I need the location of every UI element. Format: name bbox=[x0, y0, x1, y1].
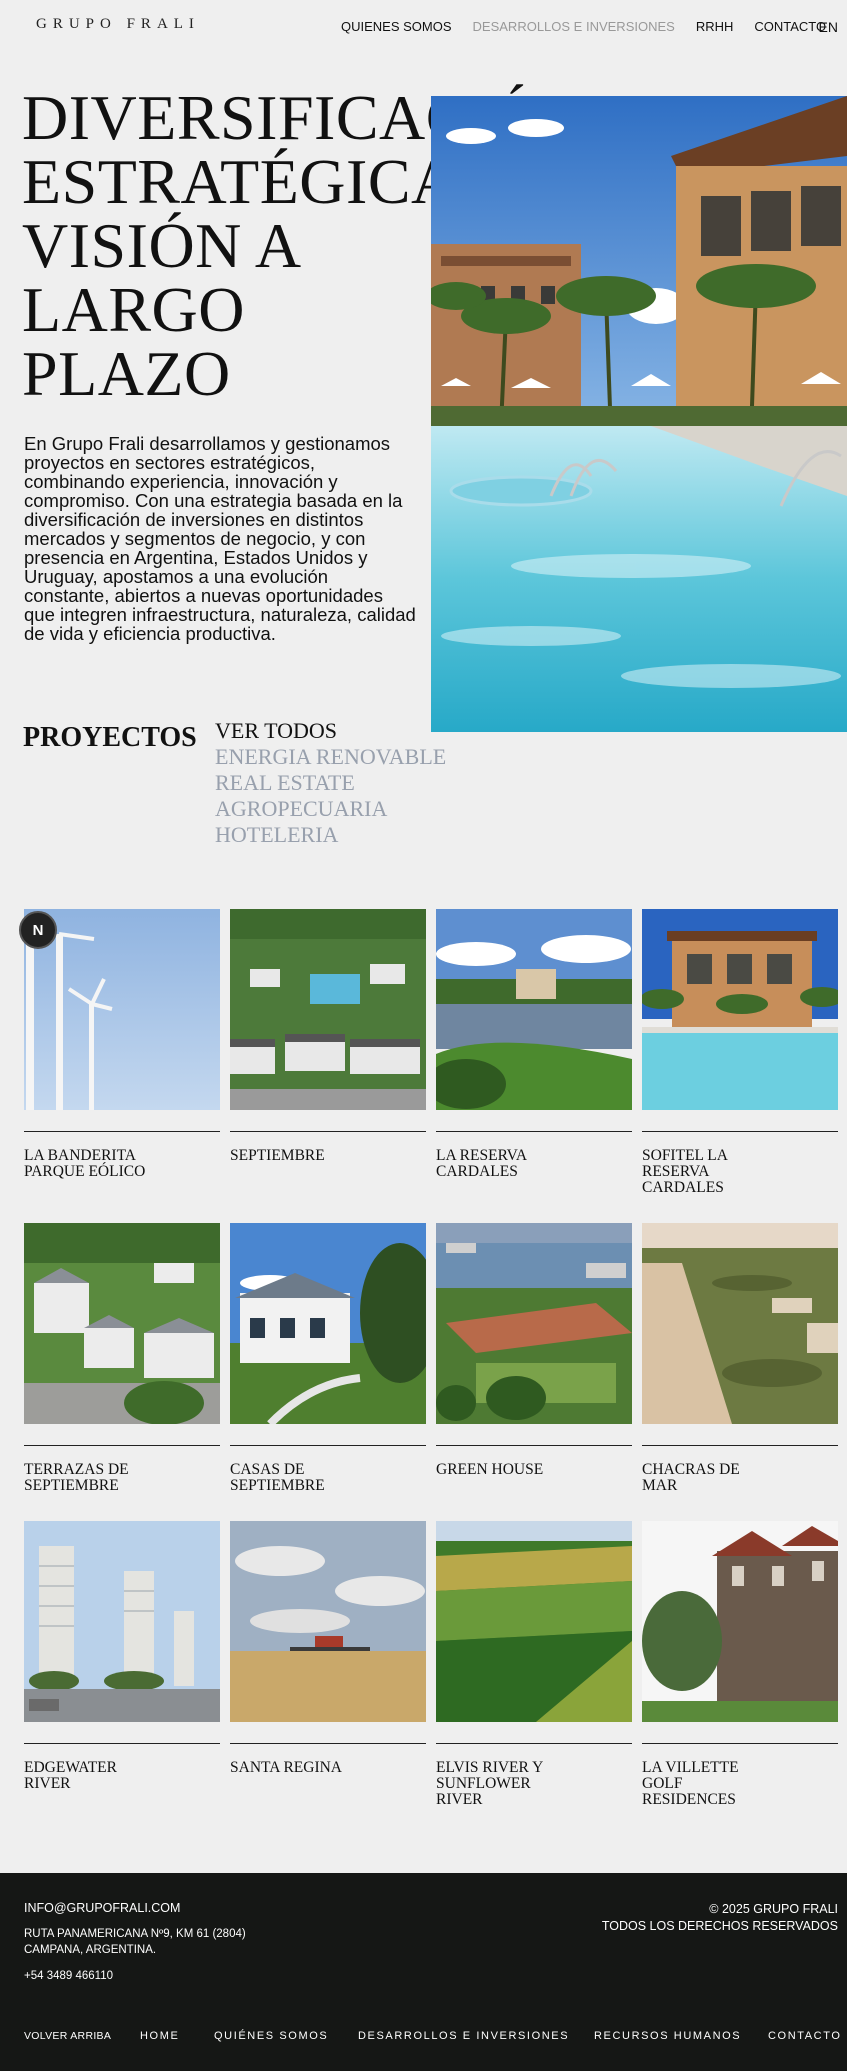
nav-quienes-somos[interactable]: QUIENES SOMOS bbox=[341, 19, 452, 34]
footer-nav-recursos-humanos[interactable]: RECURSOS HUMANOS bbox=[594, 2030, 741, 2042]
project-image bbox=[230, 1521, 426, 1722]
card-divider bbox=[642, 1743, 838, 1744]
project-card[interactable]: SEPTIEMBRE bbox=[230, 909, 426, 1164]
card-divider bbox=[642, 1131, 838, 1132]
filter-real-estate[interactable]: REAL ESTATE bbox=[215, 770, 446, 796]
footer-phone[interactable]: +54 3489 466110 bbox=[24, 1970, 113, 1982]
project-image bbox=[642, 1521, 838, 1722]
project-image bbox=[642, 1223, 838, 1424]
project-name: ELVIS RIVER Y SUNFLOWER RIVER bbox=[436, 1759, 543, 1808]
project-card[interactable]: ELVIS RIVER Y SUNFLOWER RIVER bbox=[436, 1521, 632, 1808]
next-badge[interactable]: N bbox=[19, 911, 57, 949]
filter-ver-todos[interactable]: VER TODOS bbox=[215, 718, 446, 744]
project-name: GREEN HOUSE bbox=[436, 1461, 544, 1478]
hero-title: DIVERSIFICACIÓN ESTRATÉGICA VISIÓN A LAR… bbox=[22, 82, 585, 409]
project-image bbox=[24, 1223, 220, 1424]
project-card[interactable]: SOFITEL LA RESERVA CARDALES bbox=[642, 909, 838, 1196]
site-header: GRUPO FRALI QUIENES SOMOS DESARROLLOS E … bbox=[0, 0, 847, 52]
project-image bbox=[436, 909, 632, 1110]
filter-hoteleria[interactable]: HOTELERIA bbox=[215, 822, 446, 848]
card-divider bbox=[436, 1743, 632, 1744]
card-divider bbox=[642, 1445, 838, 1446]
footer-nav-contacto[interactable]: CONTACTO bbox=[768, 2030, 842, 2042]
card-divider bbox=[24, 1743, 220, 1744]
footer-copyright: © 2025 GRUPO FRALI TODOS LOS DERECHOS RE… bbox=[602, 1901, 838, 1935]
card-divider bbox=[230, 1131, 426, 1132]
card-divider bbox=[436, 1131, 632, 1132]
project-image bbox=[24, 1521, 220, 1722]
site-footer: INFO@GRUPOFRALI.COM RUTA PANAMERICANA Nº… bbox=[0, 1873, 847, 2071]
hero-text: En Grupo Frali desarrollamos y gestionam… bbox=[24, 433, 416, 644]
card-divider bbox=[230, 1743, 426, 1744]
nav-desarrollos[interactable]: DESARROLLOS E INVERSIONES bbox=[473, 19, 675, 34]
project-name: SEPTIEMBRE bbox=[230, 1147, 325, 1164]
filter-agropecuaria[interactable]: AGROPECUARIA bbox=[215, 796, 446, 822]
project-image bbox=[642, 909, 838, 1110]
filter-energia-renovable[interactable]: ENERGIA RENOVABLE bbox=[215, 744, 446, 770]
project-card[interactable]: SANTA REGINA bbox=[230, 1521, 426, 1776]
project-image bbox=[436, 1223, 632, 1424]
hero-image bbox=[431, 96, 847, 732]
project-name: LA BANDERITA PARQUE EÓLICO bbox=[24, 1147, 146, 1180]
card-divider bbox=[24, 1131, 220, 1132]
language-switch[interactable]: EN bbox=[819, 19, 838, 35]
copyright-text: © 2025 GRUPO FRALI bbox=[709, 1902, 838, 1916]
nav-contacto[interactable]: CONTACTO bbox=[754, 19, 826, 34]
projects-title: PROYECTOS bbox=[23, 722, 197, 753]
project-name: SOFITEL LA RESERVA CARDALES bbox=[642, 1147, 728, 1196]
footer-nav-home[interactable]: HOME bbox=[140, 2030, 179, 2042]
project-name: TERRAZAS DE SEPTIEMBRE bbox=[24, 1461, 129, 1494]
project-image bbox=[230, 909, 426, 1110]
project-card[interactable]: LA VILLETTE GOLF RESIDENCES bbox=[642, 1521, 838, 1808]
project-card[interactable]: LA RESERVA CARDALES bbox=[436, 909, 632, 1180]
card-divider bbox=[24, 1445, 220, 1446]
project-name: LA VILLETTE GOLF RESIDENCES bbox=[642, 1759, 739, 1808]
rights-text: TODOS LOS DERECHOS RESERVADOS bbox=[601, 1919, 838, 1933]
project-image bbox=[436, 1521, 632, 1722]
project-card[interactable]: GREEN HOUSE bbox=[436, 1223, 632, 1478]
project-name: CASAS DE SEPTIEMBRE bbox=[230, 1461, 325, 1494]
card-divider bbox=[230, 1445, 426, 1446]
project-card[interactable]: EDGEWATER RIVER bbox=[24, 1521, 220, 1792]
card-divider bbox=[436, 1445, 632, 1446]
nav-rrhh[interactable]: RRHH bbox=[696, 19, 734, 34]
project-card[interactable]: CASAS DE SEPTIEMBRE bbox=[230, 1223, 426, 1494]
back-to-top-link[interactable]: VOLVER ARRIBA bbox=[24, 2030, 111, 2042]
project-name: CHACRAS DE MAR bbox=[642, 1461, 740, 1494]
project-name: SANTA REGINA bbox=[230, 1759, 342, 1776]
project-image bbox=[230, 1223, 426, 1424]
logo[interactable]: GRUPO FRALI bbox=[36, 16, 200, 33]
main-nav: QUIENES SOMOS DESARROLLOS E INVERSIONES … bbox=[341, 19, 847, 34]
project-name: LA RESERVA CARDALES bbox=[436, 1147, 527, 1180]
footer-nav-quienes-somos[interactable]: QUIÉNES SOMOS bbox=[214, 2030, 328, 2042]
footer-nav: VOLVER ARRIBA HOME QUIÉNES SOMOS DESARRO… bbox=[0, 2030, 847, 2050]
footer-address: RUTA PANAMERICANA Nº9, KM 61 (2804) CAMP… bbox=[24, 1928, 246, 1956]
footer-nav-desarrollos[interactable]: DESARROLLOS E INVERSIONES bbox=[358, 2030, 569, 2042]
project-filters: VER TODOS ENERGIA RENOVABLE REAL ESTATE … bbox=[215, 718, 446, 848]
project-card[interactable]: TERRAZAS DE SEPTIEMBRE bbox=[24, 1223, 220, 1494]
project-card[interactable]: CHACRAS DE MAR bbox=[642, 1223, 838, 1494]
footer-email[interactable]: INFO@GRUPOFRALI.COM bbox=[24, 1901, 180, 1915]
project-name: EDGEWATER RIVER bbox=[24, 1759, 117, 1792]
